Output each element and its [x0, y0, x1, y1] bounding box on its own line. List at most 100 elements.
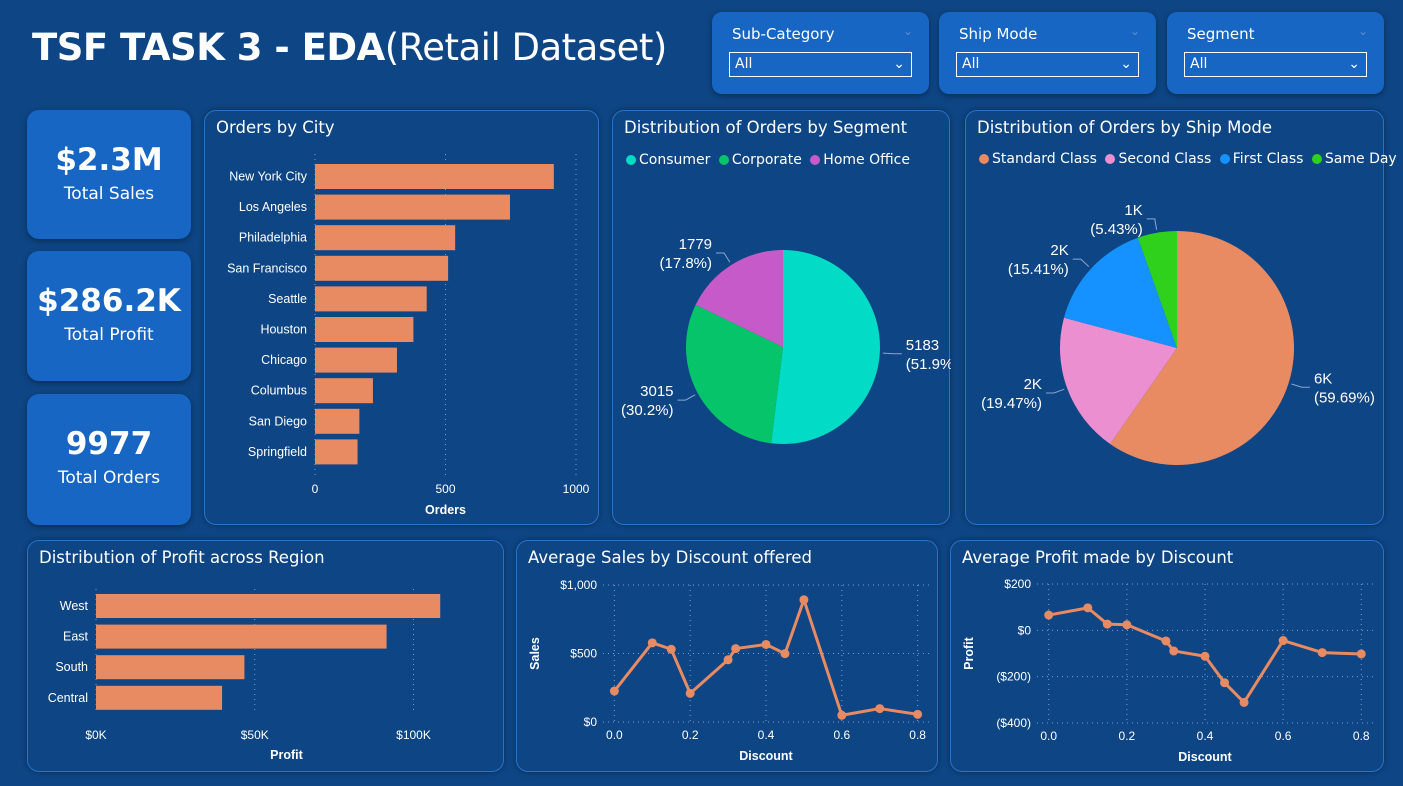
- slicer-label: Ship Mode: [959, 25, 1038, 43]
- data-point: [1102, 619, 1112, 629]
- kpi-card-total-orders: 9977 Total Orders: [27, 394, 191, 525]
- y-tick-label: $0: [584, 715, 598, 729]
- data-label-percent: (51.9%): [906, 356, 951, 373]
- chevron-down-icon[interactable]: ⌄: [1358, 24, 1368, 38]
- bar-san-francisco: [315, 255, 449, 281]
- y-tick-label: Chicago: [261, 353, 307, 367]
- y-tick-label: ($400): [996, 716, 1031, 730]
- bar-west: [96, 594, 441, 618]
- data-point: [1169, 646, 1179, 656]
- leader-line: [716, 252, 731, 263]
- page-title-light: (Retail Dataset): [384, 26, 668, 69]
- bar-houston: [315, 317, 414, 342]
- x-axis-title: Discount: [739, 749, 793, 763]
- x-tick-label: 0.0: [606, 728, 623, 742]
- leader-line: [1045, 388, 1065, 394]
- kpi-value: $286.2K: [37, 283, 181, 319]
- x-tick-label: 0: [312, 482, 319, 496]
- y-tick-label: West: [60, 599, 89, 613]
- bar-east: [96, 624, 387, 649]
- data-point: [837, 710, 847, 720]
- slicer-ship-mode[interactable]: Ship Mode ⌄ All ⌄: [939, 12, 1156, 94]
- page-title-bold: TSF TASK 3 - EDA: [32, 26, 385, 69]
- orders-by-segment-panel[interactable]: Distribution of Orders by Segment Consum…: [612, 110, 951, 525]
- y-tick-label: $1,000: [560, 578, 597, 592]
- y-tick-label: Los Angeles: [239, 200, 307, 214]
- data-point: [731, 644, 741, 654]
- data-point: [1044, 610, 1054, 620]
- data-label-percent: (59.69%): [1314, 389, 1375, 406]
- chevron-down-icon[interactable]: ⌄: [1120, 53, 1132, 76]
- data-point: [685, 688, 695, 698]
- data-point: [723, 655, 733, 665]
- slicer-segment[interactable]: Segment ⌄ All ⌄: [1167, 12, 1384, 94]
- chevron-down-icon[interactable]: ⌄: [1348, 53, 1360, 76]
- orders-by-city-panel[interactable]: Orders by City 0 500 1000 New York City Los …: [204, 110, 599, 525]
- slicer-dropdown[interactable]: All ⌄: [956, 52, 1139, 77]
- leader-line: [1072, 258, 1090, 267]
- kpi-label: Total Profit: [64, 325, 154, 345]
- data-label-percent: (17.8%): [659, 255, 712, 272]
- data-label-value: 1779: [679, 236, 712, 253]
- data-point: [761, 639, 771, 649]
- slicer-value: All: [1190, 56, 1208, 72]
- x-tick-label: 0.6: [1275, 729, 1292, 743]
- avg-profit-by-discount-panel[interactable]: Average Profit made by Discount $200 $0 ($…: [950, 540, 1384, 772]
- data-label-value: 5183: [906, 337, 939, 354]
- data-label-percent: (30.2%): [621, 402, 674, 419]
- chevron-down-icon[interactable]: ⌄: [1130, 24, 1140, 38]
- kpi-card-total-profit: $286.2K Total Profit: [27, 251, 191, 381]
- slicer-sub-category[interactable]: Sub-Category ⌄ All ⌄: [712, 12, 929, 94]
- x-tick-label: 500: [435, 482, 455, 496]
- data-point: [666, 644, 676, 654]
- data-point: [1220, 678, 1230, 688]
- pie-slice-consumer: [771, 250, 881, 444]
- y-tick-label: $200: [1004, 577, 1031, 591]
- slicer-value: All: [735, 56, 753, 72]
- profit-by-region-chart: $0K $50K $100K West East South Central Profit: [48, 589, 441, 762]
- data-label-percent: (5.43%): [1090, 221, 1143, 238]
- avg-sales-by-discount-chart: $0 $500 $1,000 0.0 0.2 0.4 0.6 0.8 Discount Sales: [528, 578, 929, 763]
- x-tick-label: 1000: [563, 482, 590, 496]
- leader-line: [1146, 218, 1158, 230]
- avg-sales-by-discount-panel[interactable]: Average Sales by Discount offered $0 $500…: [516, 540, 938, 772]
- y-tick-label: San Francisco: [227, 261, 307, 275]
- avg-profit-by-discount-chart: $200 $0 ($200) ($400) 0.0 0.2 0.4 0.6 0.8 Discoun…: [962, 577, 1373, 764]
- slicer-dropdown[interactable]: All ⌄: [729, 52, 912, 77]
- x-tick-label: 0.4: [1197, 729, 1214, 743]
- orders-by-segment-chart: 5183 (51.9%) 3015 (30.2%) 1779 (17.8%): [621, 236, 951, 444]
- x-tick-label: 0.4: [758, 728, 775, 742]
- bar-los-angeles: [315, 194, 510, 220]
- y-tick-label: Seattle: [268, 292, 307, 306]
- bar-new-york-city: [315, 164, 554, 189]
- slicer-label: Segment: [1187, 25, 1255, 43]
- y-axis-title: Sales: [528, 637, 542, 670]
- x-axis-title: Profit: [270, 748, 303, 762]
- data-label-value: 3015: [640, 383, 673, 400]
- x-tick-label: 0.2: [682, 728, 699, 742]
- orders-by-ship-mode-panel[interactable]: Distribution of Orders by Ship Mode Stan…: [965, 110, 1397, 525]
- chevron-down-icon[interactable]: ⌄: [903, 24, 913, 38]
- data-point: [913, 709, 923, 719]
- x-tick-label: 0.8: [909, 728, 926, 742]
- y-tick-label: San Diego: [249, 414, 307, 428]
- x-tick-label: $50K: [241, 728, 269, 742]
- slicer-value: All: [962, 56, 980, 72]
- bar-south: [96, 655, 245, 680]
- data-point: [1356, 649, 1366, 659]
- x-axis-title: Orders: [425, 503, 466, 517]
- slicer-dropdown[interactable]: All ⌄: [1184, 52, 1367, 77]
- orders-by-ship-mode-chart: 6K (59.69%) 2K (19.47%) 2K (15.41%) 1K (5.43%): [981, 202, 1375, 465]
- profit-by-region-panel[interactable]: Distribution of Profit across Region $0K…: [27, 540, 504, 772]
- chevron-down-icon[interactable]: ⌄: [893, 53, 905, 76]
- data-point: [1200, 651, 1210, 661]
- data-point: [1122, 620, 1132, 630]
- data-point: [647, 638, 657, 648]
- y-tick-label: ($200): [996, 670, 1031, 684]
- kpi-label: Total Sales: [63, 184, 155, 204]
- data-point: [875, 704, 885, 714]
- y-tick-label: New York City: [229, 170, 308, 184]
- orders-by-city-chart: 0 500 1000 New York City Los Angeles Philadel…: [227, 154, 590, 517]
- x-tick-label: 0.2: [1119, 729, 1136, 743]
- data-point: [1239, 697, 1249, 707]
